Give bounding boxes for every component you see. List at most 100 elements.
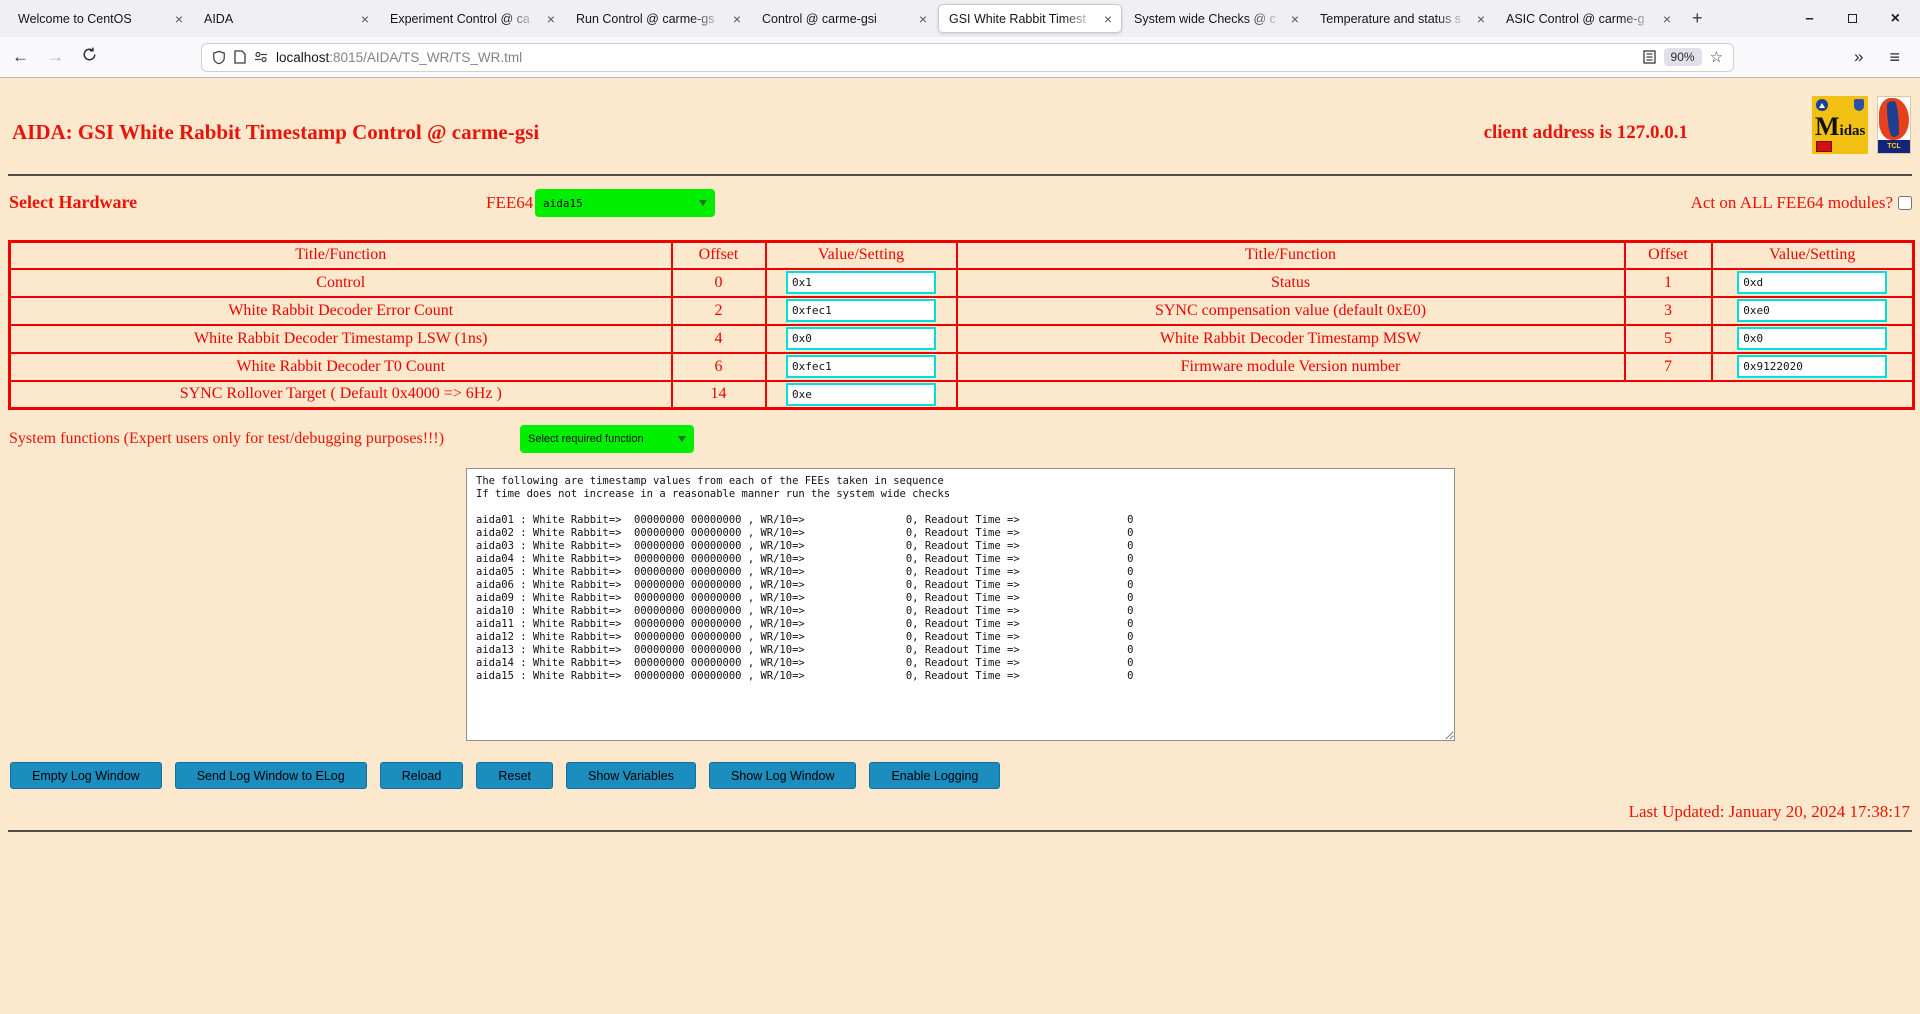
tab-temperature-and-status[interactable]: Temperature and status s ×	[1310, 4, 1494, 33]
tab-close-icon[interactable]: ×	[1660, 10, 1674, 28]
window-close-icon[interactable]: ×	[1891, 10, 1900, 28]
tab-system-wide-checks[interactable]: System wide Checks @ c ×	[1124, 4, 1308, 33]
tab-asic-control[interactable]: ASIC Control @ carme-g ×	[1496, 4, 1680, 33]
col-header-title-function: Title/Function	[10, 242, 672, 269]
browser-navbar: ← → localhost:8015/AIDA/TS_WR/TS_WR.tml …	[0, 37, 1920, 78]
tab-title: AIDA	[204, 12, 352, 26]
hamburger-menu-icon[interactable]: ≡	[1889, 47, 1900, 68]
tcl-logo-text: TCL	[1878, 140, 1910, 153]
register-title: White Rabbit Decoder Timestamp MSW	[957, 325, 1625, 353]
table-row: White Rabbit Decoder Timestamp LSW (1ns)…	[10, 325, 1914, 353]
tab-close-icon[interactable]: ×	[544, 10, 558, 28]
act-on-all-checkbox[interactable]	[1898, 196, 1912, 210]
tab-welcome-to-centos[interactable]: Welcome to CentOS ×	[8, 4, 192, 33]
bookmark-star-icon[interactable]: ☆	[1710, 48, 1723, 66]
client-address-text: client address is 127.0.0.1	[1484, 122, 1688, 144]
register-title: White Rabbit Decoder Timestamp LSW (1ns)	[10, 325, 672, 353]
register-value-input[interactable]	[1737, 271, 1887, 294]
empty-cell	[957, 381, 1914, 409]
tab-run-control[interactable]: Run Control @ carme-gs ×	[566, 4, 750, 33]
reload-icon[interactable]	[82, 47, 97, 67]
register-title: White Rabbit Decoder T0 Count	[10, 353, 672, 381]
enable-logging-button[interactable]: Enable Logging	[869, 762, 1000, 789]
window-controls: – ×	[1805, 10, 1920, 28]
header-divider	[8, 174, 1912, 176]
zoom-level-badge[interactable]: 90%	[1664, 48, 1702, 66]
tab-control[interactable]: Control @ carme-gsi ×	[752, 4, 936, 33]
send-log-to-elog-button[interactable]: Send Log Window to ELog	[175, 762, 367, 789]
tcl-logo: TCL	[1877, 96, 1911, 154]
midas-powered-badge	[1816, 141, 1832, 152]
midas-logo: Midas	[1812, 96, 1868, 154]
table-header-row: Title/Function Offset Value/Setting Titl…	[10, 242, 1914, 269]
tab-title: GSI White Rabbit Timest	[949, 12, 1095, 26]
new-tab-icon[interactable]: +	[1682, 8, 1713, 29]
tab-title: System wide Checks @ c	[1134, 12, 1282, 26]
tab-close-icon[interactable]: ×	[1101, 10, 1115, 28]
toolbar-right: » ≡	[1854, 47, 1908, 68]
window-maximize-icon[interactable]	[1848, 14, 1857, 23]
col-header-offset: Offset	[1625, 242, 1712, 269]
register-table: Title/Function Offset Value/Setting Titl…	[8, 240, 1915, 410]
register-offset: 3	[1625, 297, 1712, 325]
register-value-input[interactable]	[1737, 355, 1887, 378]
tab-close-icon[interactable]: ×	[1288, 10, 1302, 28]
tab-close-icon[interactable]: ×	[730, 10, 744, 28]
reset-button[interactable]: Reset	[476, 762, 553, 789]
tab-close-icon[interactable]: ×	[916, 10, 930, 28]
register-offset: 5	[1625, 325, 1712, 353]
register-value-input[interactable]	[786, 271, 936, 294]
tab-close-icon[interactable]: ×	[358, 10, 372, 28]
tab-experiment-control[interactable]: Experiment Control @ ca ×	[380, 4, 564, 33]
register-value-input[interactable]	[1737, 299, 1887, 322]
reload-button[interactable]: Reload	[380, 762, 464, 789]
url-bar[interactable]: localhost:8015/AIDA/TS_WR/TS_WR.tml 90% …	[201, 43, 1734, 72]
tab-title: Experiment Control @ ca	[390, 12, 538, 26]
col-header-value-setting: Value/Setting	[1712, 242, 1914, 269]
act-on-all-group: Act on ALL FEE64 modules?	[1691, 193, 1912, 213]
overflow-chevrons-icon[interactable]: »	[1854, 47, 1863, 67]
register-value-input[interactable]	[786, 299, 936, 322]
system-function-selected-value: Select required function	[528, 433, 644, 445]
tab-close-icon[interactable]: ×	[172, 10, 186, 28]
register-value-input[interactable]	[1737, 327, 1887, 350]
show-variables-button[interactable]: Show Variables	[566, 762, 696, 789]
register-offset: 1	[1625, 269, 1712, 297]
url-path: :8015/AIDA/TS_WR/TS_WR.tml	[329, 50, 522, 65]
tab-title: Welcome to CentOS	[18, 12, 166, 26]
tab-close-icon[interactable]: ×	[1474, 10, 1488, 28]
tab-title: ASIC Control @ carme-g	[1506, 12, 1654, 26]
register-title: Firmware module Version number	[957, 353, 1625, 381]
register-value-input[interactable]	[786, 383, 936, 406]
tab-title: Control @ carme-gsi	[762, 12, 910, 26]
window-minimize-icon[interactable]: –	[1805, 10, 1813, 27]
system-function-select[interactable]: Select required function	[520, 425, 694, 453]
site-permissions-icon[interactable]	[254, 51, 268, 63]
url-text[interactable]: localhost:8015/AIDA/TS_WR/TS_WR.tml	[276, 50, 1635, 65]
empty-log-window-button[interactable]: Empty Log Window	[10, 762, 162, 789]
forward-icon[interactable]: →	[47, 47, 64, 67]
register-title: Control	[10, 269, 672, 297]
fee64-module-select[interactable]: aida15	[535, 189, 715, 217]
footer-divider	[8, 830, 1912, 832]
last-updated-text: Last Updated: January 20, 2024 17:38:17	[1629, 802, 1910, 822]
system-functions-label: System functions (Expert users only for …	[9, 430, 444, 448]
fee64-label: FEE64	[486, 193, 533, 213]
page-title: AIDA: GSI White Rabbit Timestamp Control…	[12, 120, 539, 145]
midas-shield-icon	[1854, 99, 1864, 111]
back-icon[interactable]: ←	[12, 47, 29, 67]
col-header-title-function: Title/Function	[957, 242, 1625, 269]
tab-title: Temperature and status s	[1320, 12, 1468, 26]
page-info-icon[interactable]	[234, 50, 246, 64]
log-window-textarea[interactable]: The following are timestamp values from …	[466, 468, 1455, 741]
register-title: White Rabbit Decoder Error Count	[10, 297, 672, 325]
show-log-window-button[interactable]: Show Log Window	[709, 762, 857, 789]
register-value-input[interactable]	[786, 355, 936, 378]
reader-mode-icon[interactable]	[1643, 50, 1656, 64]
tab-aida[interactable]: AIDA ×	[194, 4, 378, 33]
midas-volcano-icon	[1816, 99, 1828, 111]
register-value-input[interactable]	[786, 327, 936, 350]
tab-gsi-white-rabbit-timestamp[interactable]: GSI White Rabbit Timest ×	[938, 4, 1122, 33]
action-buttons-row: Empty Log Window Send Log Window to ELog…	[10, 762, 1000, 789]
tracking-protection-shield-icon[interactable]	[212, 50, 226, 65]
